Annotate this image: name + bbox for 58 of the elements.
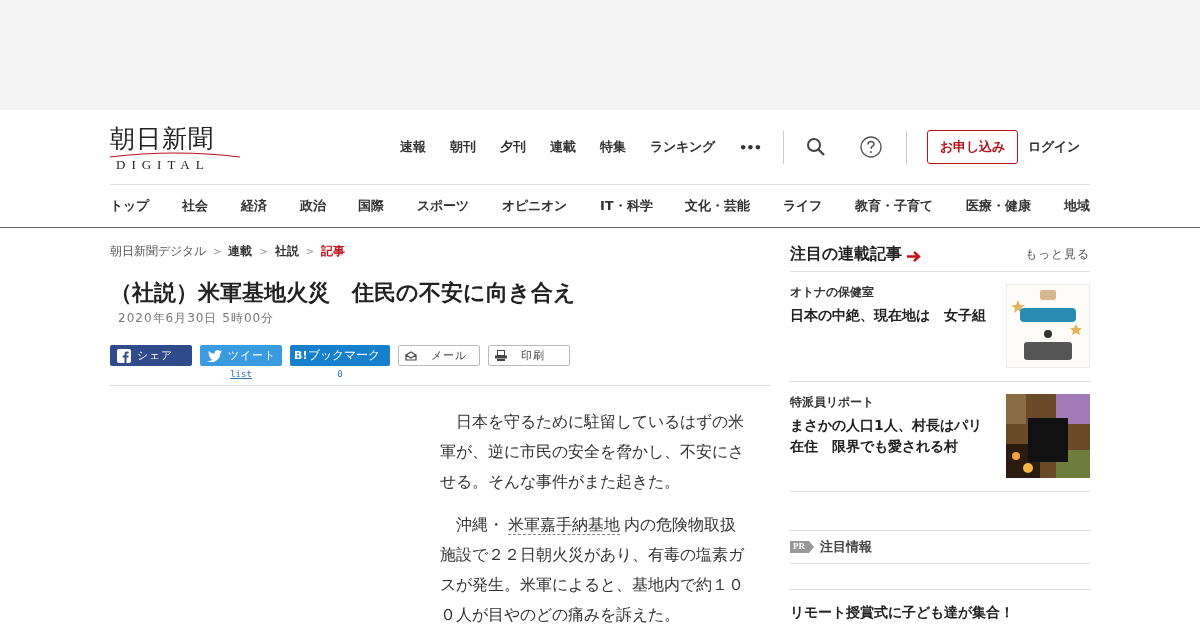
series-label: 特派員リポート: [790, 394, 875, 411]
category-tab[interactable]: IT・科学: [599, 197, 653, 215]
login-link[interactable]: ログイン: [1028, 138, 1080, 156]
search-icon[interactable]: [806, 137, 826, 157]
help-icon[interactable]: [860, 136, 882, 158]
pr-heading: 注目情報: [820, 538, 872, 556]
category-tab[interactable]: 国際: [358, 197, 385, 215]
bird-icon: [207, 349, 222, 362]
article-paragraph: 沖縄・ 米軍嘉手納基地 内の危険物取扱施設で２２日朝火災があり、有毒の塩素ガスが発生。米軍によると、基地内で約１００人が目やのどの痛みを訴えた。: [440, 514, 745, 626]
breadcrumb-separator: >: [305, 246, 315, 257]
article-link[interactable]: まさかの人口1人、村長はパリ在住 限界でも愛される村: [790, 415, 995, 457]
promo-link[interactable]: リモート授賞式に子ども達が集合！: [790, 604, 1090, 622]
sidebar-heading[interactable]: 注目の連載記事: [790, 243, 902, 265]
article-date: 2020年6月30日 5時00分: [118, 310, 276, 327]
category-tab[interactable]: 経済: [240, 197, 267, 215]
breadcrumb-link[interactable]: 朝日新聞デジタル: [110, 243, 206, 260]
category-tab[interactable]: トップ: [110, 197, 149, 215]
arrow-icon: [907, 250, 921, 262]
print-share-button[interactable]: 印刷: [488, 345, 570, 366]
category-tab[interactable]: 地域: [1063, 197, 1090, 215]
category-tab[interactable]: 医療・健康: [966, 197, 1031, 215]
series-label: オトナの保健室: [790, 284, 875, 301]
category-tab[interactable]: 教育・子育て: [855, 197, 934, 215]
share-count[interactable]: 0: [337, 369, 343, 379]
category-tab[interactable]: 文化・芸能: [685, 197, 751, 215]
more-button[interactable]: •••: [739, 139, 761, 155]
breadcrumb-separator: >: [259, 246, 268, 257]
article-link[interactable]: 日本の中絶、現在地は 女子組: [790, 305, 995, 326]
article-title: （社説）米軍基地火災 住民の不安に向き合え: [110, 279, 577, 307]
printer-icon: [495, 350, 507, 361]
category-tab[interactable]: オピニオン: [502, 197, 568, 215]
facebook-icon: [117, 348, 131, 363]
logo[interactable]: 朝日新聞 DIGITAL: [110, 122, 240, 172]
category-tab[interactable]: ライフ: [783, 197, 823, 215]
article-paragraph: 日本を守るために駐留しているはずの米軍が、逆に市民の安全を脅かし、不安にさせる。そんな事件がまた起きた。: [440, 411, 745, 493]
facebook-share-button[interactable]: シェア: [110, 345, 192, 366]
category-tab[interactable]: 社会: [181, 197, 208, 215]
pr-badge: [790, 541, 814, 553]
nav-link[interactable]: 速報: [400, 138, 427, 156]
breadcrumb-separator: >: [213, 246, 222, 257]
category-tab[interactable]: 政治: [299, 197, 326, 215]
breadcrumb-link[interactable]: 連載: [228, 243, 253, 260]
nav-link[interactable]: 朝刊: [450, 138, 477, 156]
category-tab[interactable]: スポーツ: [417, 197, 470, 215]
nav-link[interactable]: 特集: [600, 138, 627, 156]
breadcrumb-link[interactable]: 記事: [321, 243, 346, 260]
share-count[interactable]: list: [230, 369, 252, 379]
mail-share-button[interactable]: メール: [398, 345, 480, 366]
envelope-icon: [405, 350, 417, 361]
nav-link[interactable]: ランキング: [650, 138, 716, 156]
signup-button[interactable]: お申し込み: [927, 130, 1018, 164]
pr-badge-text: PR: [793, 541, 805, 551]
hatena-share-button[interactable]: B!ブックマーク: [290, 345, 390, 366]
breadcrumb-link[interactable]: 社説: [274, 243, 299, 260]
article-link[interactable]: 米軍嘉手納基地: [508, 515, 620, 535]
more-link[interactable]: もっと見る: [1025, 245, 1090, 263]
nav-link[interactable]: 連載: [550, 138, 577, 156]
nav-link[interactable]: 夕刊: [500, 138, 527, 156]
